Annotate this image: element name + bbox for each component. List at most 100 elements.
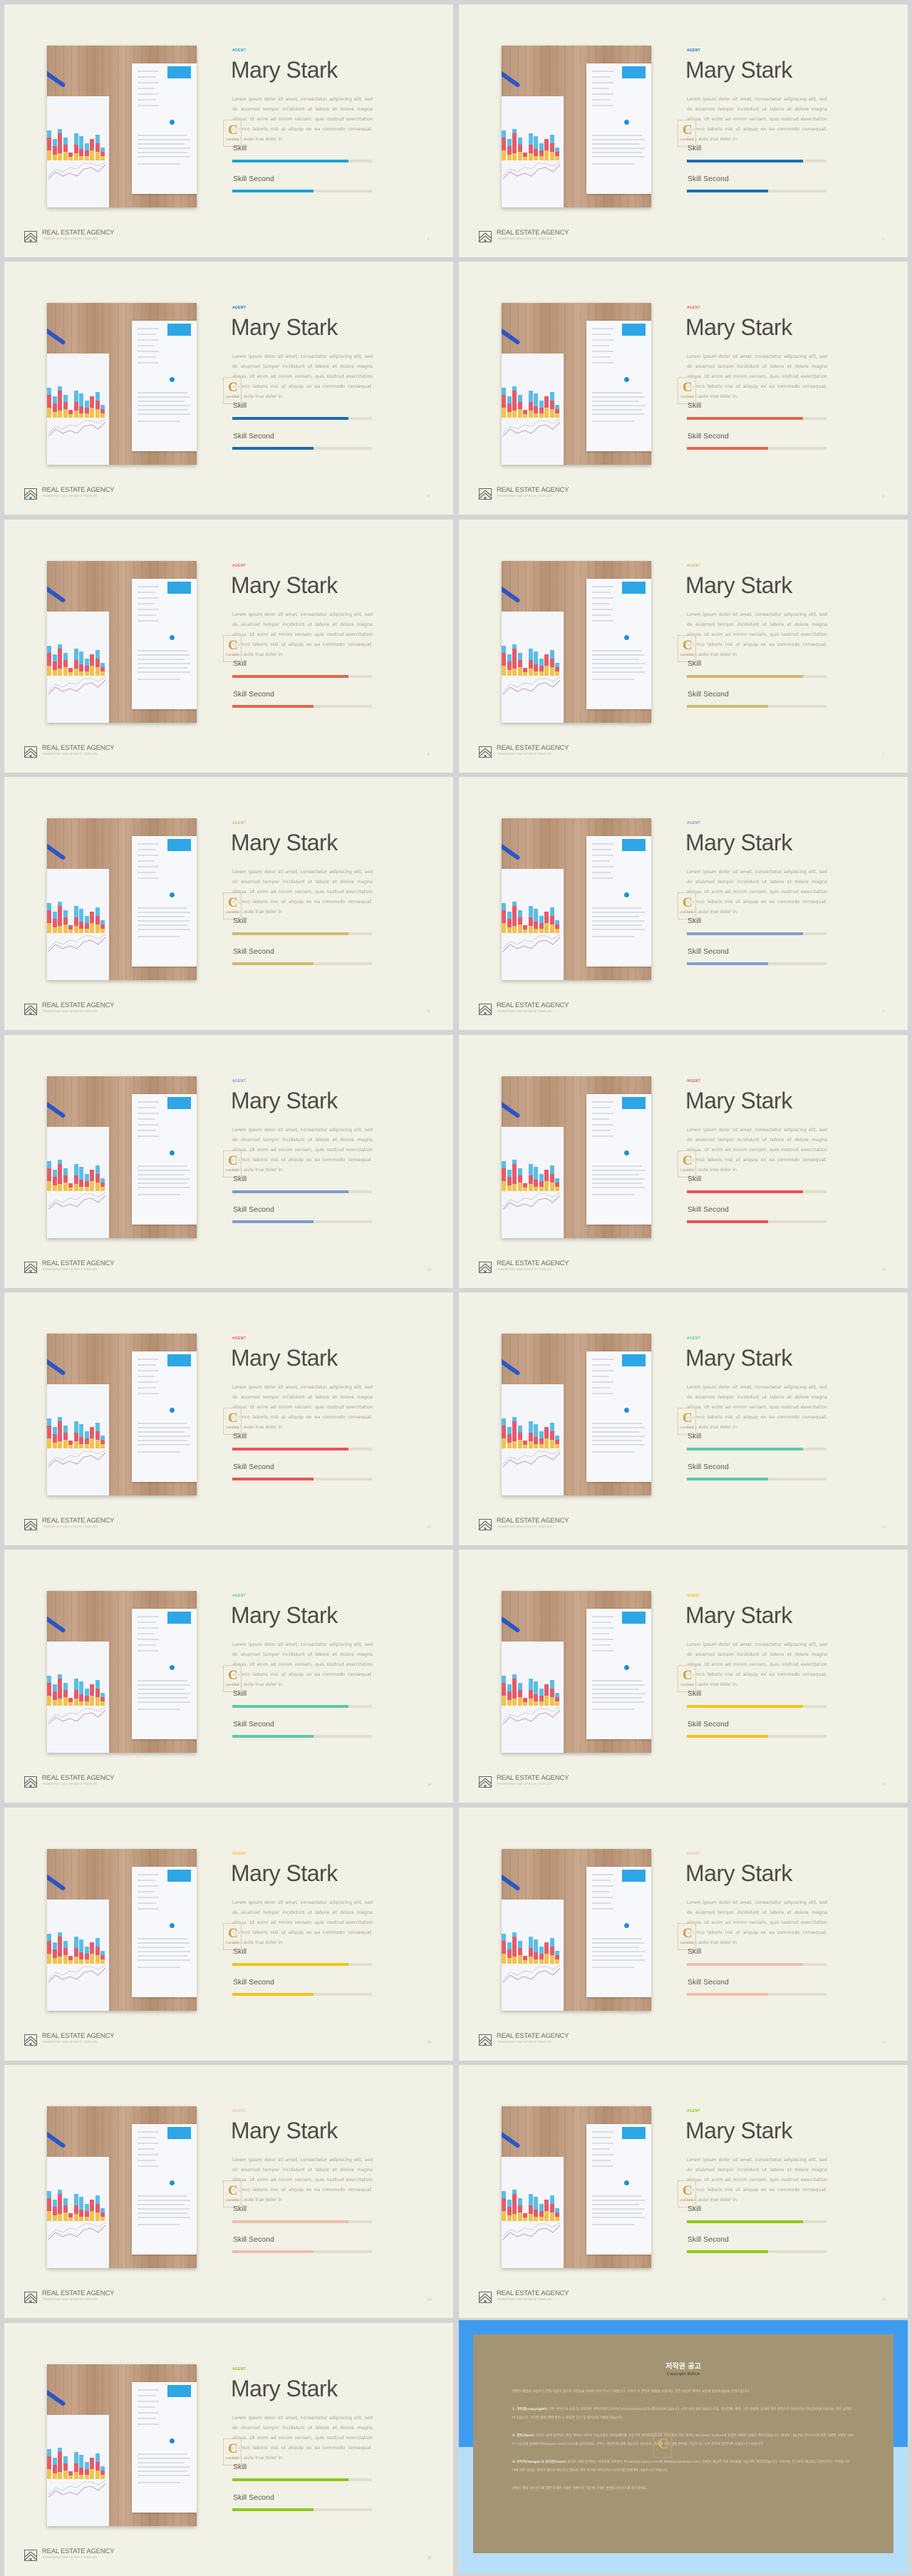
photo-chart-bar: [58, 129, 62, 133]
agent-label: AGENT: [687, 306, 700, 310]
slide-thumbnail[interactable]: AGENT Mary Stark Lorem ipsum dolor sit a…: [459, 2065, 908, 2318]
slide-thumbnail[interactable]: AGENT Mary Stark Lorem ipsum dolor sit a…: [4, 520, 453, 773]
resume-text-line: [138, 99, 156, 101]
slide-thumbnail[interactable]: AGENT Mary Stark Lorem ipsum dolor sit a…: [459, 1550, 908, 1803]
chart-paper-image: [47, 1384, 109, 1495]
agent-label: AGENT: [687, 2109, 700, 2113]
watermark-badge: C CONTENTS: [678, 635, 696, 662]
copyright-subtitle: Copyright Notice: [666, 2372, 700, 2376]
slide-thumbnail[interactable]: AGENT Mary Stark Lorem ipsum dolor sit a…: [459, 520, 908, 773]
photo-chart-bar: [517, 138, 522, 145]
skill-second-progress-bar: [232, 190, 372, 192]
slide-thumbnail[interactable]: AGENT Mary Stark Lorem ipsum dolor sit a…: [459, 777, 908, 1030]
photo-chart-bar: [95, 1689, 100, 1697]
skill-progress-fill: [232, 2478, 348, 2481]
photo-chart-bar: [528, 402, 533, 411]
resume-text-line: [592, 1364, 611, 1366]
photo-chart-bar: [58, 1674, 62, 1679]
watermark-c-icon: C: [658, 2435, 669, 2452]
photo-chart-bar: [555, 152, 559, 156]
photo-chart-bar: [523, 1956, 527, 1960]
photo-line-chart: [48, 1706, 105, 1725]
house-logo-icon: [24, 2550, 37, 2561]
skill-label: Skill: [233, 401, 247, 410]
slide-thumbnail[interactable]: AGENT Mary Stark Lorem ipsum dolor sit a…: [459, 262, 908, 515]
house-logo-icon: [24, 1262, 37, 1273]
photo-chart-bar: [95, 392, 100, 401]
photo-chart-bar: [84, 1431, 89, 1438]
skill-progress-fill: [232, 2220, 348, 2223]
resume-text-line: [138, 924, 187, 926]
watermark-c-icon: C: [683, 2183, 693, 2198]
photo-chart-bar: [528, 1421, 533, 1433]
agent-label: AGENT: [232, 564, 246, 568]
photo-chart-bar: [549, 1423, 554, 1431]
resume-text-line: [138, 356, 156, 358]
photo-chart-bar: [79, 2210, 83, 2217]
slide-thumbnail[interactable]: AGENT Mary Stark Lorem ipsum dolor sit a…: [4, 1550, 453, 1803]
photo-chart-bar: [63, 1697, 68, 1706]
resume-text-line: [592, 1376, 609, 1377]
slide-thumbnail[interactable]: AGENT Mary Stark Lorem ipsum dolor sit a…: [459, 1292, 908, 1545]
slide-thumbnail[interactable]: AGENT Mary Stark Lorem ipsum dolor sit a…: [4, 2065, 453, 2318]
photo-chart-bar: [512, 2214, 517, 2221]
photo-chart-bar: [52, 1700, 57, 1706]
photo-chart-bar: [528, 2205, 533, 2214]
slide-thumbnail[interactable]: AGENT Mary Stark Lorem ipsum dolor sit a…: [4, 1035, 453, 1288]
photo-chart-bar: [555, 1183, 559, 1187]
slide-thumbnail[interactable]: AGENT Mary Stark Lorem ipsum dolor sit a…: [4, 1292, 453, 1545]
photo-chart-bar: [47, 1676, 51, 1683]
resume-text-line: [592, 1194, 635, 1195]
agent-photo: [47, 2106, 197, 2268]
chart-paper-image: [47, 2157, 109, 2268]
resume-text-line: [138, 1170, 190, 1171]
resume-text-line: [592, 679, 635, 680]
photo-chart-bar: [90, 1438, 94, 1448]
resume-text-line: [592, 356, 611, 358]
slide-thumbnail[interactable]: AGENT Mary Stark Lorem ipsum dolor sit a…: [4, 777, 453, 1030]
slide-thumbnail[interactable]: AGENT Mary Stark Lorem ipsum dolor sit a…: [459, 1808, 908, 2061]
skill-progress-bar: [687, 1190, 826, 1193]
resume-text-line: [592, 586, 613, 587]
agent-label: AGENT: [687, 48, 700, 53]
resume-text-line: [592, 1427, 645, 1428]
photo-chart-bar: [47, 150, 51, 160]
resume-text-line: [138, 2462, 185, 2463]
photo-chart-bar: [47, 2211, 51, 2221]
slide-thumbnail[interactable]: AGENT Mary Stark Lorem ipsum dolor sit a…: [459, 1035, 908, 1288]
photo-chart-bar: [58, 1421, 62, 1441]
slide-thumbnail[interactable]: AGENT Mary Stark Lorem ipsum dolor sit a…: [4, 2323, 453, 2576]
resume-text-line: [592, 1938, 642, 1939]
slide-thumbnail[interactable]: AGENT Mary Stark Lorem ipsum dolor sit a…: [459, 4, 908, 257]
skill-progress-bar: [232, 1705, 372, 1708]
photo-chart-bar: [512, 411, 517, 418]
watermark-badge: C CONTENTS: [678, 120, 696, 147]
skill-progress-bar: [232, 1190, 372, 1193]
chart-paper-image: [47, 1642, 109, 1753]
photo-chart-bar: [73, 2214, 78, 2221]
slide-thumbnail[interactable]: AGENT Mary Stark Lorem ipsum dolor sit a…: [4, 262, 453, 515]
photo-chart-bar: [507, 1170, 512, 1177]
slide-thumbnail[interactable]: AGENT Mary Stark Lorem ipsum dolor sit a…: [4, 4, 453, 257]
photo-chart-bar: [544, 1954, 549, 1964]
photo-chart-bar: [84, 150, 89, 156]
agent-description: Lorem ipsum dolor sit amet, consectetur …: [232, 1128, 373, 1173]
resume-text-line: [592, 1370, 613, 1371]
photo-chart-bar: [63, 1168, 68, 1175]
agent-name: Mary Stark: [231, 572, 338, 598]
slide-thumbnail[interactable]: AGENT Mary Stark Lorem ipsum dolor sit a…: [4, 1808, 453, 2061]
photo-chart-bar: [63, 145, 68, 152]
resume-text-line: [138, 1187, 190, 1188]
agent-label: AGENT: [232, 306, 246, 310]
photo-chart-bar: [549, 1938, 554, 1947]
resume-text-line: [138, 2217, 190, 2218]
resume-text-line: [138, 929, 190, 930]
agent-description: Lorem ipsum dolor sit amet, consectetur …: [232, 612, 373, 657]
photo-chart-bar: [100, 924, 105, 929]
photo-chart-bar: [58, 906, 62, 926]
photo-chart-bar: [502, 1418, 506, 1426]
photo-chart-bar: [63, 1440, 68, 1448]
watermark-c-icon: C: [228, 380, 238, 395]
copyright-notice-slide[interactable]: 저작권 공고 Copyright Notice 콘텐츠 제품을 사용하기 전에 …: [459, 2320, 908, 2573]
skill-second-label: Skill Second: [688, 432, 729, 441]
